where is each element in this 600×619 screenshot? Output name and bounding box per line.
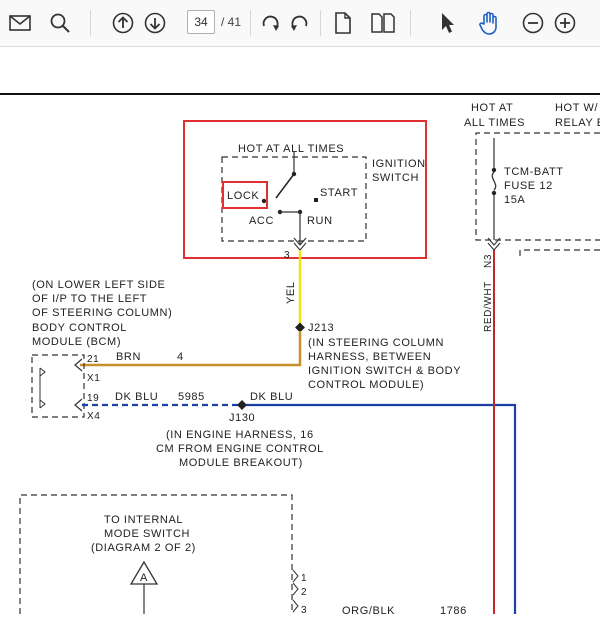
arrow-down-icon[interactable] bbox=[140, 8, 170, 38]
ignition-label: IGNITION bbox=[372, 158, 426, 170]
toolbar-separator bbox=[410, 10, 411, 36]
toolbar-separator bbox=[320, 10, 321, 36]
switch-blade bbox=[275, 173, 295, 199]
mode-switch-box bbox=[19, 494, 293, 614]
search-icon[interactable] bbox=[45, 8, 75, 38]
highlight-box bbox=[183, 120, 427, 259]
brn-label: BRN bbox=[116, 351, 141, 363]
fuse-terminal-bottom bbox=[491, 190, 497, 196]
org-blk-label: ORG/BLK bbox=[342, 605, 395, 614]
lock-label: LOCK bbox=[227, 190, 259, 202]
zoom-in-icon[interactable] bbox=[550, 8, 580, 38]
dk-blu-label-2: DK BLU bbox=[250, 391, 293, 403]
start-label: START bbox=[320, 187, 358, 199]
switch-label: SWITCH bbox=[372, 172, 419, 184]
bcm-label-2: MODULE (BCM) bbox=[32, 336, 121, 348]
run-label: RUN bbox=[307, 215, 333, 227]
bcm-inner-bracket bbox=[39, 399, 46, 409]
hand-icon[interactable] bbox=[474, 8, 504, 38]
connector-chevron bbox=[293, 242, 307, 251]
page-number-input[interactable] bbox=[187, 10, 215, 34]
fuse-rating-label: 15A bbox=[504, 194, 525, 206]
fuse-number-label: FUSE 12 bbox=[504, 180, 553, 192]
connector-chevron bbox=[292, 569, 299, 583]
arrow-up-icon[interactable] bbox=[108, 8, 138, 38]
pointer-icon[interactable] bbox=[432, 8, 462, 38]
pin-21-label: 21 bbox=[87, 354, 99, 365]
j213-label: J213 bbox=[308, 322, 334, 334]
j130-note-2: CM FROM ENGINE CONTROL bbox=[156, 443, 324, 455]
mail-icon[interactable] bbox=[5, 8, 35, 38]
circuit-4-label: 4 bbox=[177, 351, 184, 363]
rotate-cw-icon[interactable] bbox=[256, 8, 286, 38]
j213-note-3: IGNITION SWITCH & BODY bbox=[308, 365, 461, 377]
two-page-icon[interactable] bbox=[368, 8, 398, 38]
j213-splice bbox=[295, 322, 305, 333]
j130-note-3: MODULE BREAKOUT) bbox=[179, 457, 303, 469]
all-times-label: ALL TIMES bbox=[464, 117, 525, 129]
j213-note-2: HARNESS, BETWEEN bbox=[308, 351, 431, 363]
n3-label: N3 bbox=[483, 254, 494, 268]
bcm-note-1: (ON LOWER LEFT SIDE bbox=[32, 279, 165, 291]
red-wht-label: RED/WHT bbox=[483, 281, 494, 332]
internal-note-3: (DIAGRAM 2 OF 2) bbox=[91, 542, 196, 554]
start-contact bbox=[314, 198, 318, 202]
pin-3-label: 3 bbox=[284, 250, 290, 261]
connector-chevron bbox=[487, 242, 501, 251]
fuse-terminal-top bbox=[491, 167, 497, 173]
j213-note-4: CONTROL MODULE) bbox=[308, 379, 424, 391]
connector-chevron bbox=[292, 582, 299, 596]
connector-chevron bbox=[292, 599, 299, 613]
x4-label: X4 bbox=[87, 411, 100, 422]
j130-splice bbox=[237, 400, 247, 410]
pin-2-label: 2 bbox=[301, 587, 307, 598]
hot-at-label: HOT AT bbox=[471, 102, 513, 114]
bcm-inner-bracket bbox=[39, 367, 46, 377]
next-component-box bbox=[519, 249, 600, 258]
pin-3b-label: 3 bbox=[301, 605, 307, 614]
j213-note-1: (IN STEERING COLUMN bbox=[308, 337, 444, 349]
page-total: / 41 bbox=[221, 15, 242, 29]
acc-label: ACC bbox=[249, 215, 274, 227]
toolbar-separator bbox=[250, 10, 251, 36]
j130-note-1: (IN ENGINE HARNESS, 16 bbox=[166, 429, 314, 441]
bcm-note-2: OF I/P TO THE LEFT bbox=[32, 293, 147, 305]
fuse-element bbox=[491, 171, 497, 191]
toolbar-separator bbox=[90, 10, 91, 36]
dk-blu-label-1: DK BLU bbox=[115, 391, 158, 403]
triangle-a-label: A bbox=[140, 572, 148, 584]
fuse-name-label: TCM-BATT bbox=[504, 166, 564, 178]
pdf-toolbar: / 41 bbox=[0, 0, 600, 47]
wiring-diagram: HOT AT ALL TIMES IGNITION SWITCH LOCK ST… bbox=[0, 93, 600, 617]
x1-label: X1 bbox=[87, 373, 100, 384]
document-page[interactable]: HOT AT ALL TIMES IGNITION SWITCH LOCK ST… bbox=[0, 47, 600, 617]
rotate-ccw-icon[interactable] bbox=[284, 8, 314, 38]
x4-connector bbox=[74, 398, 83, 412]
single-page-icon[interactable] bbox=[328, 8, 358, 38]
pin-19-label: 19 bbox=[87, 393, 99, 404]
bcm-note-3: OF STEERING COLUMN) bbox=[32, 307, 172, 319]
bcm-label-1: BODY CONTROL bbox=[32, 322, 127, 334]
circuit-1786-label: 1786 bbox=[440, 605, 467, 614]
internal-note-1: TO INTERNAL bbox=[104, 514, 183, 526]
lock-contact bbox=[261, 198, 267, 204]
yel-label: YEL bbox=[285, 281, 297, 304]
circuit-5985-label: 5985 bbox=[178, 391, 205, 403]
hot-at-all-times-label: HOT AT ALL TIMES bbox=[238, 143, 344, 155]
hot-w-label: HOT W/ bbox=[555, 102, 598, 114]
pin-1-label: 1 bbox=[301, 573, 307, 584]
j130-label: J130 bbox=[229, 412, 255, 424]
relay-label: RELAY E bbox=[555, 117, 600, 129]
internal-note-2: MODE SWITCH bbox=[104, 528, 190, 540]
zoom-out-icon[interactable] bbox=[518, 8, 548, 38]
